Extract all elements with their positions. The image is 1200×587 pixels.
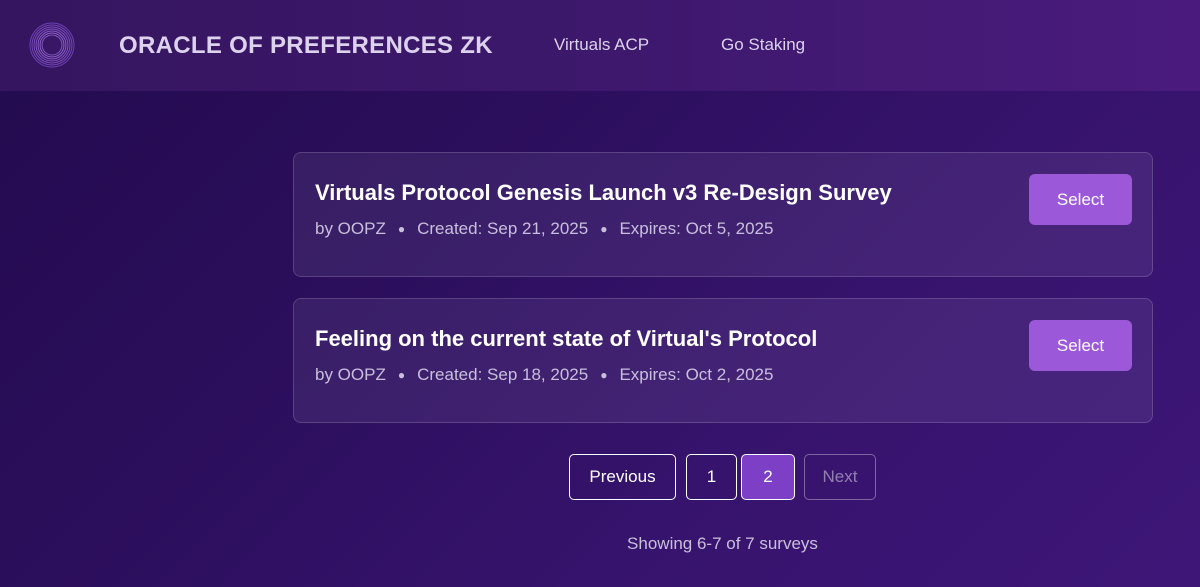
separator-dot-icon: ● [600,222,608,236]
survey-author: by OOPZ [315,365,386,384]
survey-card: Feeling on the current state of Virtual'… [293,298,1153,423]
survey-meta: by OOPZ ● Created: Sep 21, 2025 ● Expire… [315,219,773,239]
nav-link-go-staking[interactable]: Go Staking [721,35,805,55]
next-page-button[interactable]: Next [804,454,876,500]
nav-link-virtuals-acp[interactable]: Virtuals ACP [554,35,649,55]
survey-author: by OOPZ [315,219,386,238]
survey-title: Feeling on the current state of Virtual'… [315,326,818,351]
previous-page-button[interactable]: Previous [569,454,676,500]
survey-created-date: Created: Sep 18, 2025 [417,365,589,384]
survey-title: Virtuals Protocol Genesis Launch v3 Re-D… [315,180,892,205]
concentric-rings-logo-icon[interactable] [29,22,75,68]
select-button[interactable]: Select [1029,174,1132,225]
page-1-button[interactable]: 1 [686,454,737,500]
survey-card: Virtuals Protocol Genesis Launch v3 Re-D… [293,152,1153,277]
separator-dot-icon: ● [600,368,608,382]
page-2-button-current[interactable]: 2 [741,454,795,500]
select-button[interactable]: Select [1029,320,1132,371]
survey-created-date: Created: Sep 21, 2025 [417,219,589,238]
separator-dot-icon: ● [397,222,406,236]
results-count-status: Showing 6-7 of 7 surveys [627,534,818,553]
top-header: ORACLE OF PREFERENCES ZK Virtuals ACP Go… [0,0,1200,91]
survey-meta: by OOPZ ● Created: Sep 18, 2025 ● Expire… [315,365,773,385]
separator-dot-icon: ● [397,368,406,382]
brand-title[interactable]: ORACLE OF PREFERENCES ZK [119,32,493,60]
survey-expires-date: Expires: Oct 2, 2025 [619,365,774,384]
survey-expires-date: Expires: Oct 5, 2025 [619,219,774,238]
